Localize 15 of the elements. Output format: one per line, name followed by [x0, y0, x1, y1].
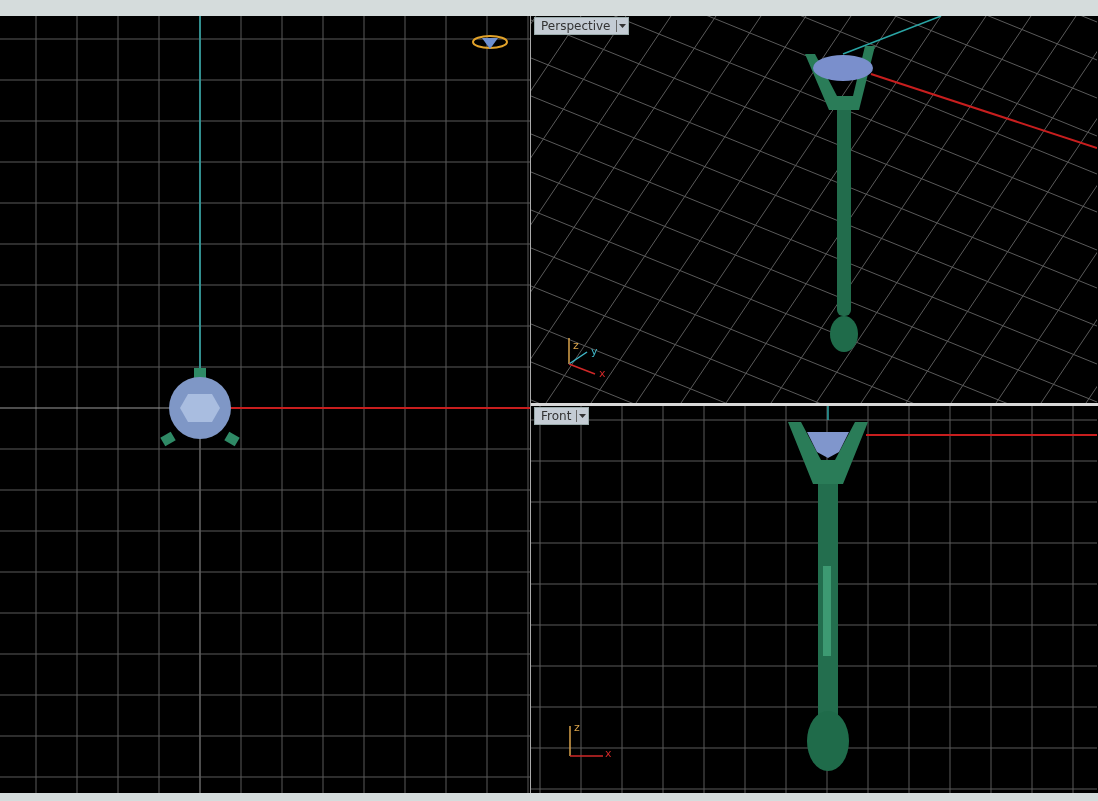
axis-label: z — [573, 339, 579, 352]
perspective-viewport[interactable]: Perspective z y x — [531, 16, 1098, 403]
front-viewport[interactable]: Front z x — [531, 406, 1098, 793]
dropdown-icon[interactable] — [615, 20, 626, 32]
axis-label: z — [574, 721, 580, 734]
axis-gizmo — [568, 337, 596, 375]
dropdown-icon[interactable] — [576, 410, 587, 422]
viewport-menu[interactable]: Front — [534, 407, 590, 425]
axis-label: y — [591, 345, 598, 358]
axis-label: x — [605, 747, 612, 760]
ring-icon[interactable] — [472, 35, 508, 49]
axis-gizmo — [569, 725, 604, 757]
viewport-menu[interactable]: Perspective — [534, 17, 629, 35]
axis-line — [827, 406, 829, 421]
axis-label: x — [599, 367, 606, 380]
